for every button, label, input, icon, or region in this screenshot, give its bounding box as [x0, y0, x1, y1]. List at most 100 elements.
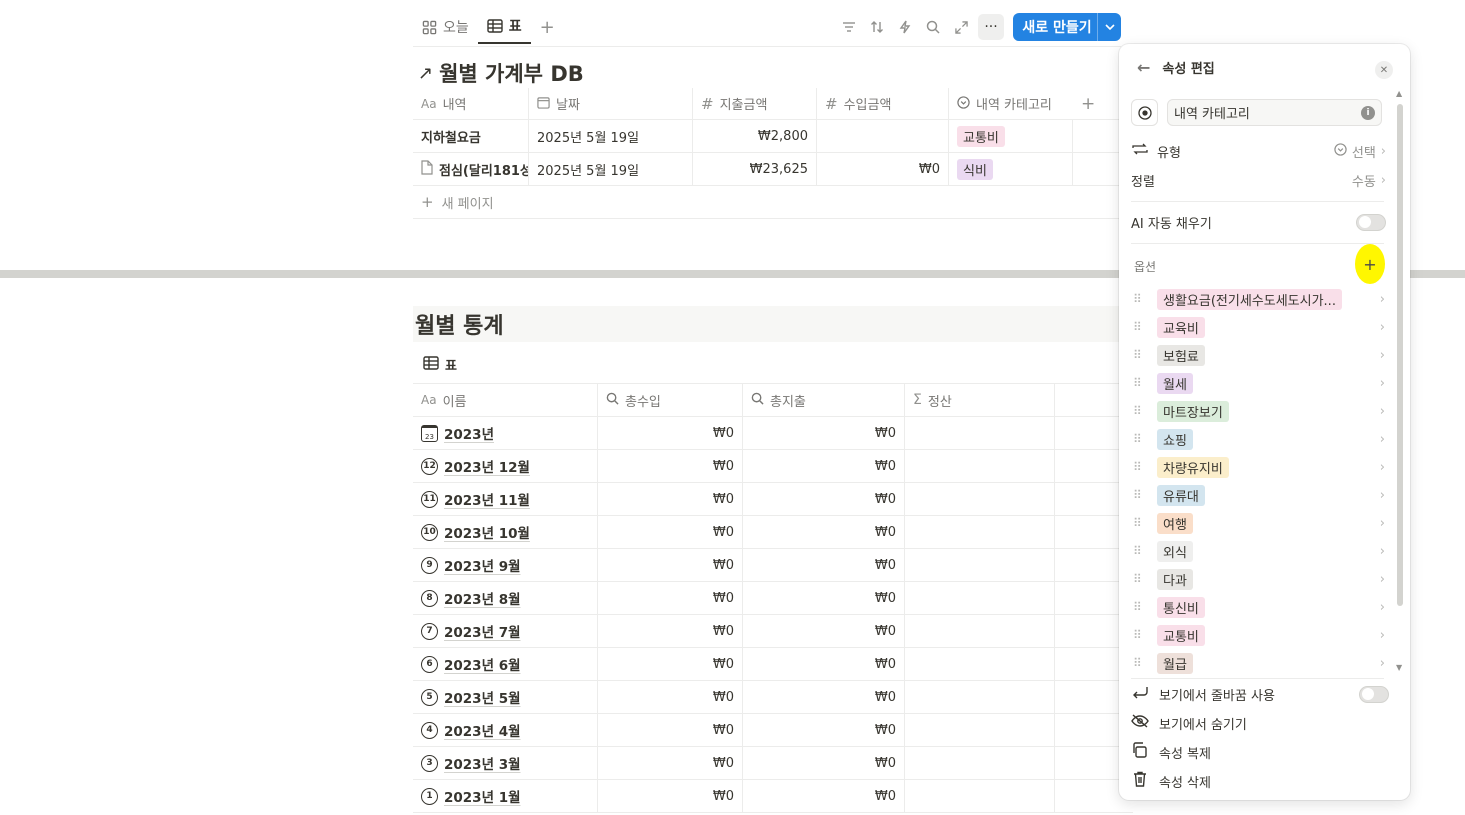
option-item[interactable]: ⠿ 교육비 › [1133, 313, 1385, 341]
row-total-income[interactable]: ₩0 [598, 648, 743, 680]
row-total-income[interactable]: ₩0 [598, 582, 743, 614]
row-total-income[interactable]: ₩0 [598, 549, 743, 581]
scroll-up-icon[interactable]: ▲ [1396, 89, 1402, 98]
table-row[interactable]: 4 2023년 4월 ₩0 ₩0 [413, 714, 1133, 747]
row-total-expense[interactable]: ₩0 [743, 549, 905, 581]
row-name[interactable]: 4 2023년 4월 [413, 714, 598, 746]
row-category[interactable]: 식비 [949, 153, 1073, 185]
wrap-toggle[interactable] [1359, 685, 1389, 703]
row-settlement[interactable] [905, 417, 1055, 449]
column-header-expense[interactable]: # 지출금액 [693, 88, 817, 119]
stats-title[interactable]: 월별 통계 [413, 306, 1133, 342]
table-row[interactable]: 점심(달리181성 2025년 5월 19일 ₩23,625 ₩0 식비 [413, 153, 1133, 186]
row-name[interactable]: 10 2023년 10월 [413, 516, 598, 548]
column-header-category[interactable]: 내역 카테고리 [949, 88, 1073, 119]
table-row[interactable]: 12 2023년 12월 ₩0 ₩0 [413, 450, 1133, 483]
row-total-expense[interactable]: ₩0 [743, 516, 905, 548]
db-title[interactable]: ↗ 월별 가계부 DB [418, 58, 584, 88]
option-item[interactable]: ⠿ 마트장보기 › [1133, 397, 1385, 425]
option-item[interactable]: ⠿ 교통비 › [1133, 621, 1385, 649]
row-total-expense[interactable]: ₩0 [743, 582, 905, 614]
row-settlement[interactable] [905, 681, 1055, 713]
row-category[interactable]: 교통비 [949, 120, 1073, 152]
stats-tab-table[interactable]: 표 [423, 355, 457, 374]
chevron-down-icon[interactable] [1097, 13, 1121, 41]
row-settlement[interactable] [905, 549, 1055, 581]
drag-handle-icon[interactable]: ⠿ [1133, 320, 1147, 334]
row-total-expense[interactable]: ₩0 [743, 747, 905, 779]
row-settlement[interactable] [905, 648, 1055, 680]
table-row[interactable]: 3 2023년 3월 ₩0 ₩0 [413, 747, 1133, 780]
row-name[interactable]: 1 2023년 1월 [413, 780, 598, 812]
property-name-input[interactable]: 내역 카테고리 i [1167, 99, 1382, 126]
new-button[interactable]: 새로 만들기 [1013, 13, 1121, 41]
row-total-income[interactable]: ₩0 [598, 483, 743, 515]
lightning-icon[interactable] [894, 14, 916, 40]
row-name[interactable]: 점심(달리181성 [413, 153, 529, 185]
row-name[interactable]: 7 2023년 7월 [413, 615, 598, 647]
row-name[interactable]: 9 2023년 9월 [413, 549, 598, 581]
close-icon[interactable]: ✕ [1375, 61, 1393, 79]
hide-in-view-row[interactable]: 보기에서 숨기기 [1131, 709, 1389, 737]
table-row[interactable]: 7 2023년 7월 ₩0 ₩0 [413, 615, 1133, 648]
add-column-button[interactable]: + [1073, 88, 1103, 119]
type-row[interactable]: 유형 선택 › [1131, 138, 1386, 164]
row-name[interactable]: 5 2023년 5월 [413, 681, 598, 713]
add-view-button[interactable]: + [531, 10, 564, 44]
column-header-name[interactable]: Aa 이름 [413, 384, 598, 416]
option-item[interactable]: ⠿ 다과 › [1133, 565, 1385, 593]
more-icon[interactable]: ··· [978, 14, 1004, 40]
drag-handle-icon[interactable]: ⠿ [1133, 656, 1147, 670]
duplicate-property-row[interactable]: 속성 복제 [1131, 738, 1389, 766]
sort-row[interactable]: 정렬 수동 › [1131, 167, 1386, 193]
drag-handle-icon[interactable]: ⠿ [1133, 600, 1147, 614]
table-row[interactable]: 9 2023년 9월 ₩0 ₩0 [413, 549, 1133, 582]
row-name[interactable]: 3 2023년 3월 [413, 747, 598, 779]
drag-handle-icon[interactable]: ⠿ [1133, 376, 1147, 390]
row-total-income[interactable]: ₩0 [598, 780, 743, 812]
column-header-income[interactable]: # 수입금액 [817, 88, 949, 119]
row-total-expense[interactable]: ₩0 [743, 615, 905, 647]
scroll-down-icon[interactable]: ▼ [1396, 663, 1402, 672]
row-total-expense[interactable]: ₩0 [743, 450, 905, 482]
row-total-income[interactable]: ₩0 [598, 615, 743, 647]
option-item[interactable]: ⠿ 차량유지비 › [1133, 453, 1385, 481]
row-total-income[interactable]: ₩0 [598, 516, 743, 548]
row-total-income[interactable]: ₩0 [598, 450, 743, 482]
row-total-income[interactable]: ₩0 [598, 747, 743, 779]
row-total-expense[interactable]: ₩0 [743, 780, 905, 812]
option-item[interactable]: ⠿ 유류대 › [1133, 481, 1385, 509]
row-name[interactable]: 6 2023년 6월 [413, 648, 598, 680]
row-income[interactable] [817, 120, 949, 152]
table-row[interactable]: 10 2023년 10월 ₩0 ₩0 [413, 516, 1133, 549]
row-date[interactable]: 2025년 5월 19일 [529, 120, 693, 152]
row-name[interactable]: 지하철요금 [413, 120, 529, 152]
row-expense[interactable]: ₩23,625 [693, 153, 817, 185]
table-row[interactable]: 5 2023년 5월 ₩0 ₩0 [413, 681, 1133, 714]
wrap-in-view-row[interactable]: 보기에서 줄바꿈 사용 [1131, 680, 1389, 708]
row-settlement[interactable] [905, 516, 1055, 548]
option-item[interactable]: ⠿ 보험료 › [1133, 341, 1385, 369]
row-settlement[interactable] [905, 780, 1055, 812]
row-total-expense[interactable]: ₩0 [743, 417, 905, 449]
row-total-income[interactable]: ₩0 [598, 714, 743, 746]
row-settlement[interactable] [905, 450, 1055, 482]
search-icon[interactable] [922, 14, 944, 40]
option-item[interactable]: ⠿ 생활요금(전기세수도세도시가... › [1133, 285, 1385, 313]
row-total-expense[interactable]: ₩0 [743, 648, 905, 680]
table-row[interactable]: 6 2023년 6월 ₩0 ₩0 [413, 648, 1133, 681]
drag-handle-icon[interactable]: ⠿ [1133, 628, 1147, 642]
tab-today[interactable]: 오늘 [413, 10, 478, 44]
tab-table[interactable]: 표 [477, 10, 531, 44]
drag-handle-icon[interactable]: ⠿ [1133, 516, 1147, 530]
option-item[interactable]: ⠿ 통신비 › [1133, 593, 1385, 621]
scrollbar[interactable] [1397, 104, 1403, 606]
delete-property-row[interactable]: 속성 삭제 [1131, 767, 1389, 795]
row-total-expense[interactable]: ₩0 [743, 681, 905, 713]
row-total-income[interactable]: ₩0 [598, 681, 743, 713]
option-item[interactable]: ⠿ 여행 › [1133, 509, 1385, 537]
option-item[interactable]: ⠿ 월세 › [1133, 369, 1385, 397]
row-total-expense[interactable]: ₩0 [743, 483, 905, 515]
row-settlement[interactable] [905, 714, 1055, 746]
row-settlement[interactable] [905, 615, 1055, 647]
